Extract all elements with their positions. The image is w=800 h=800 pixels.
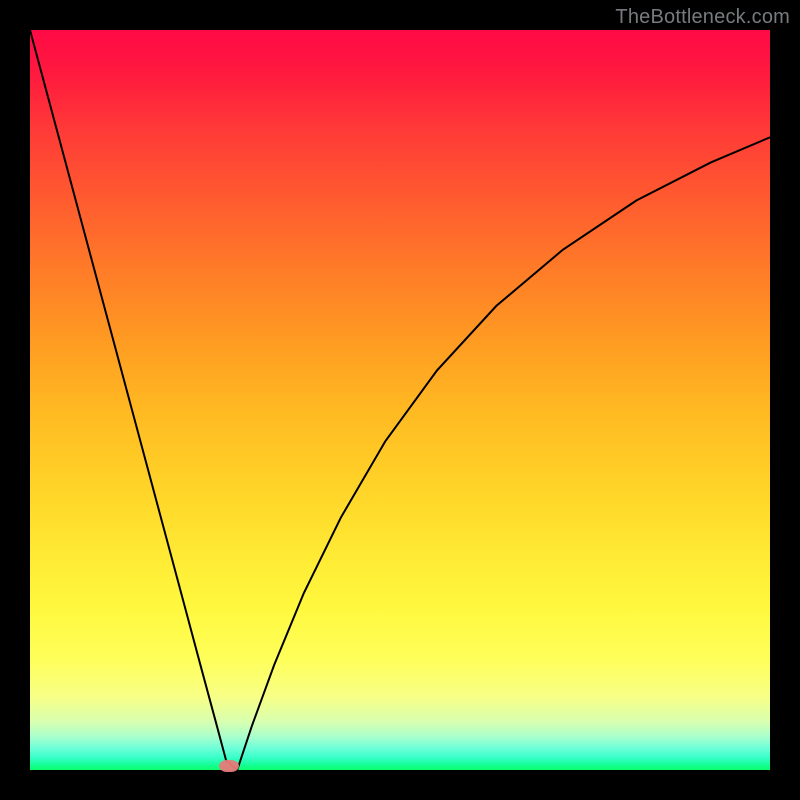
watermark-text: TheBottleneck.com xyxy=(615,6,790,29)
optimal-point-marker xyxy=(219,760,239,772)
bottleneck-curve xyxy=(30,30,770,770)
plot-area xyxy=(30,30,770,770)
chart-frame: TheBottleneck.com xyxy=(0,0,800,800)
